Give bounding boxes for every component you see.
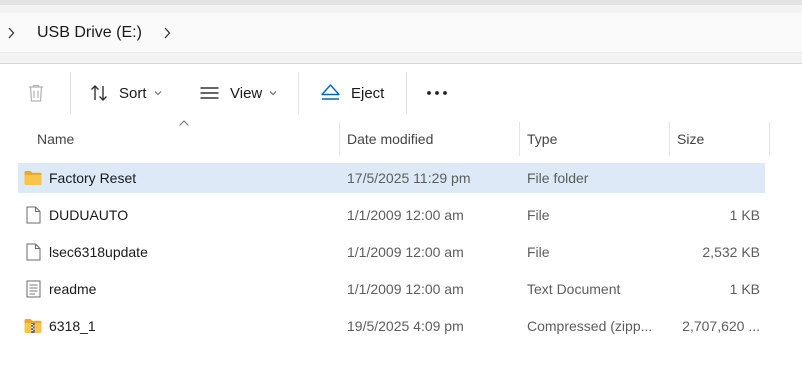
file-row[interactable]: readme 1/1/2009 12:00 am Text Document 1… [18,274,765,304]
command-bar: Sort View Eject [0,64,802,122]
toolbar-separator [406,72,407,114]
file-date-modified: 1/1/2009 12:00 am [347,244,464,260]
column-header-type[interactable]: Type [527,122,667,156]
file-icon [24,243,42,261]
file-name-cell: lsec6318update [24,237,148,267]
column-header-date-modified[interactable]: Date modified [347,122,517,156]
file-date-modified: 1/1/2009 12:00 am [347,281,464,297]
file-name: Factory Reset [49,170,137,186]
file-row[interactable]: DUDUAUTO 1/1/2009 12:00 am File 1 KB [18,200,765,230]
toolbar-separator [298,72,299,114]
eject-button[interactable]: Eject [320,74,384,112]
column-resize-handle[interactable] [669,122,670,156]
file-row[interactable]: lsec6318update 1/1/2009 12:00 am File 2,… [18,237,765,267]
file-type: File folder [527,170,589,186]
more-options-button[interactable] [426,74,448,112]
file-type: File [527,207,550,223]
breadcrumb-usb-drive[interactable]: USB Drive (E:) [37,24,142,42]
text-document-icon [24,280,42,298]
breadcrumb-root-chevron-icon[interactable] [4,25,18,41]
file-name-cell: readme [24,274,96,304]
trash-icon [25,82,47,104]
file-row[interactable]: 6318_1 19/5/2025 4:09 pm Compressed (zip… [18,311,765,341]
column-header-name[interactable]: Name [37,122,337,156]
file-name: lsec6318update [49,244,148,260]
view-lines-icon [199,83,220,103]
file-name: DUDUAUTO [49,207,129,223]
column-resize-handle[interactable] [339,122,340,156]
column-resize-handle[interactable] [519,122,520,156]
view-button[interactable]: View [199,74,277,112]
column-resize-handle[interactable] [769,122,770,156]
view-chevron-down-icon [269,91,277,96]
file-type: Text Document [527,281,621,297]
file-name-cell: Factory Reset [24,163,136,193]
file-size: 2,707,620 ... [682,318,760,334]
file-date-modified: 17/5/2025 11:29 pm [347,170,471,186]
file-size: 2,532 KB [702,244,760,260]
column-header-size[interactable]: Size [677,122,767,156]
file-name-cell: 6318_1 [24,311,96,341]
breadcrumb-chevron-icon[interactable] [160,25,174,41]
address-bar[interactable]: USB Drive (E:) [0,13,802,53]
sort-icon [89,83,109,103]
eject-icon [320,83,341,103]
file-date-modified: 19/5/2025 4:09 pm [347,318,464,334]
eject-label: Eject [351,84,385,102]
zip-folder-icon [24,317,42,335]
delete-button[interactable] [25,74,47,112]
file-row[interactable]: Factory Reset 17/5/2025 11:29 pm File fo… [18,163,765,193]
file-name-cell: DUDUAUTO [24,200,128,230]
file-type: File [527,244,550,260]
file-type: Compressed (zipp... [527,318,653,334]
file-name: 6318_1 [49,318,96,334]
folder-icon [24,169,42,187]
file-size: 1 KB [729,281,760,297]
sort-button[interactable]: Sort [89,74,162,112]
file-icon [24,206,42,224]
view-label: View [230,84,263,102]
sort-chevron-down-icon [154,91,161,96]
file-size: 1 KB [729,207,760,223]
sort-label: Sort [119,84,147,102]
address-region: USB Drive (E:) [0,5,802,63]
file-date-modified: 1/1/2009 12:00 am [347,207,464,223]
file-name: readme [49,281,97,297]
toolbar-separator [70,72,71,114]
more-ellipsis-icon [426,90,448,96]
